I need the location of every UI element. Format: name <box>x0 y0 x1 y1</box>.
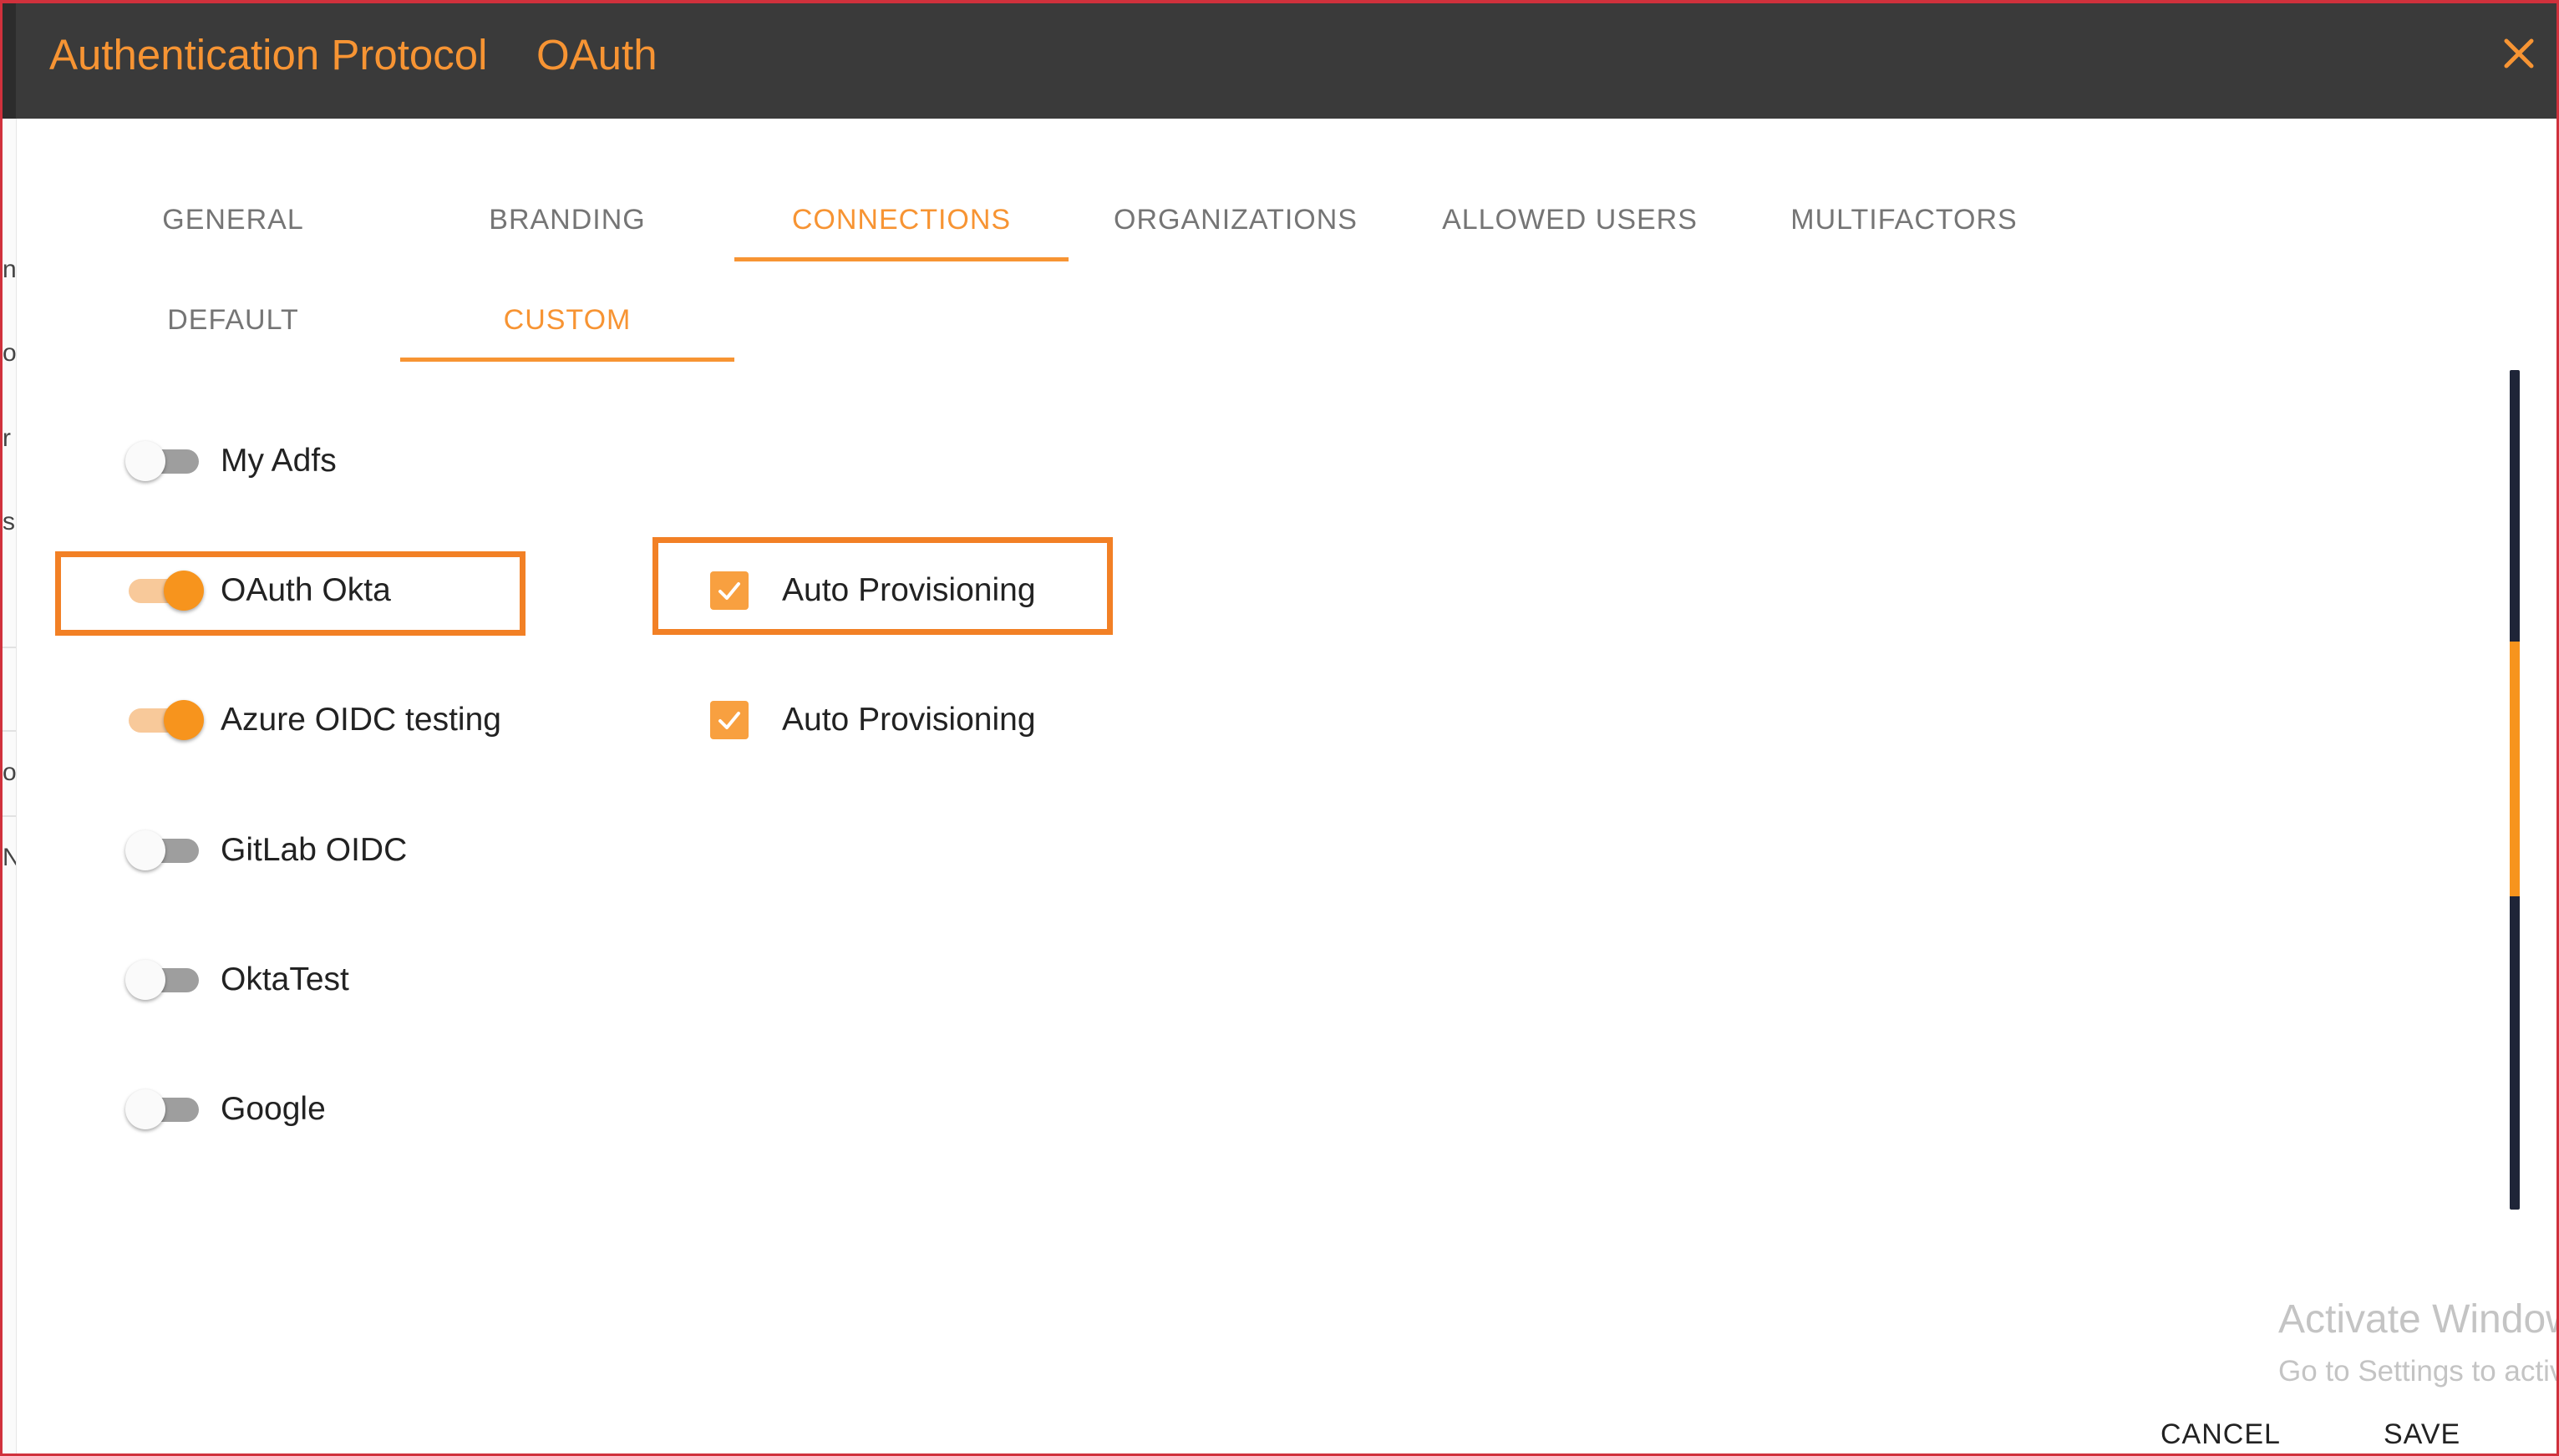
window-frame <box>0 0 2559 1456</box>
